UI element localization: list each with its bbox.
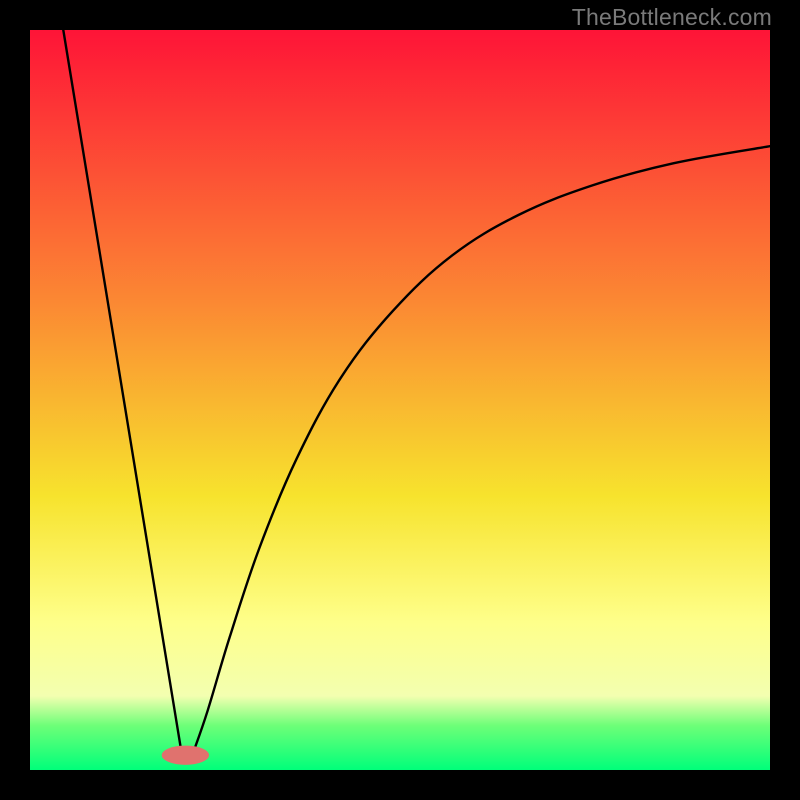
minimum-marker [162,746,209,765]
watermark-text: TheBottleneck.com [572,4,772,31]
plot-area [30,30,770,770]
gradient-background [30,30,770,770]
chart-frame: { "watermark": "TheBottleneck.com", "col… [0,0,800,800]
bottleneck-chart [30,30,770,770]
